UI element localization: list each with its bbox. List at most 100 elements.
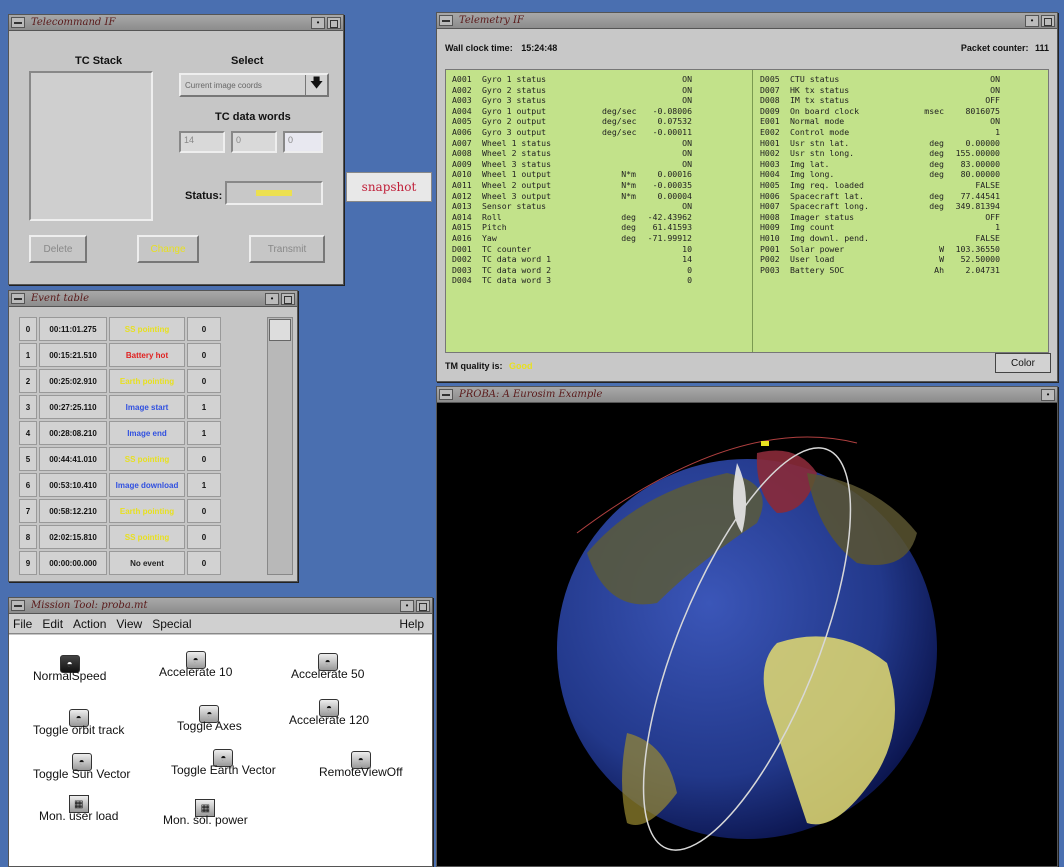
tc-stack-list[interactable] — [29, 71, 153, 221]
select-dropdown[interactable]: Current image coords 🡇 — [179, 73, 329, 97]
param-unit: deg — [929, 201, 944, 212]
telemetry-row: E002 Control mode 1 — [760, 127, 1000, 138]
event-time: 00:11:01.275 — [39, 317, 107, 341]
table-row[interactable]: 3 00:27:25.110 Image start 1 — [19, 395, 221, 419]
table-row[interactable]: 8 02:02:15.810 SS pointing 0 — [19, 525, 221, 549]
mission-tool-titlebar[interactable]: Mission Tool: proba.mt • — [9, 598, 432, 614]
maximize-button[interactable] — [1041, 14, 1055, 27]
table-row[interactable]: 2 00:25:02.910 Earth pointing 0 — [19, 369, 221, 393]
param-unit — [910, 127, 944, 138]
param-value: 0.00000 — [965, 137, 1000, 148]
telemetry-titlebar[interactable]: Telemetry IF • — [437, 13, 1057, 29]
earth-globe-view[interactable] — [437, 403, 1057, 866]
telemetry-row: A002 Gyro 2 status ON — [452, 85, 692, 96]
param-unit — [910, 180, 944, 191]
toggle-axes-item[interactable]: ◓ Toggle Axes — [177, 705, 242, 733]
param-id: H001 — [760, 137, 780, 148]
delete-button[interactable]: Delete — [29, 235, 87, 263]
maximize-button[interactable] — [281, 292, 295, 305]
event-index: 4 — [19, 421, 37, 445]
change-button[interactable]: Change — [137, 235, 199, 263]
param-unit: W — [939, 254, 944, 265]
param-value: 2.04731 — [965, 264, 1000, 275]
tc-data-word-3-input[interactable]: 0 — [283, 131, 323, 153]
param-unit — [602, 254, 636, 265]
param-unit: deg/sec — [602, 105, 637, 116]
table-row[interactable]: 5 00:44:41.010 SS pointing 0 — [19, 447, 221, 471]
table-row[interactable]: 9 00:00:00.000 No event 0 — [19, 551, 221, 575]
window-menu-button[interactable] — [439, 389, 453, 400]
param-value: -71.99912 — [647, 232, 692, 243]
param-id: H004 — [760, 169, 780, 180]
param-unit: deg — [929, 137, 944, 148]
minimize-button[interactable]: • — [400, 599, 414, 612]
transmit-button[interactable]: Transmit — [249, 235, 325, 263]
event-index: 8 — [19, 525, 37, 549]
scrollbar-thumb[interactable] — [269, 319, 291, 341]
toggle-sun-vector-item[interactable]: ◓ Toggle Sun Vector — [33, 753, 130, 781]
proba-titlebar[interactable]: PROBA: A Eurosim Example • — [437, 387, 1057, 403]
minimize-button[interactable]: • — [311, 16, 325, 29]
table-row[interactable]: 4 00:28:08.210 Image end 1 — [19, 421, 221, 445]
window-menu-button[interactable] — [11, 293, 25, 304]
window-menu-button[interactable] — [11, 600, 25, 611]
toggle-earth-vector-label: Toggle Earth Vector — [171, 763, 276, 777]
minimize-button[interactable]: • — [265, 292, 279, 305]
mission-tool-canvas[interactable]: ◓ NormalSpeed ◓ Accelerate 10 ◓ Accelera… — [9, 635, 432, 866]
mon-sol-power-item[interactable]: ▦ Mon. sol. power — [163, 799, 248, 827]
maximize-button[interactable] — [416, 599, 430, 612]
window-menu-button[interactable] — [11, 17, 25, 28]
table-row[interactable]: 7 00:58:12.210 Earth pointing 0 — [19, 499, 221, 523]
arrow-down-icon[interactable]: 🡇 — [305, 75, 327, 95]
telecommand-titlebar[interactable]: Telecommand IF • — [9, 15, 343, 31]
menu-help[interactable]: Help — [399, 617, 424, 631]
param-unit: deg — [929, 169, 944, 180]
param-value: 14 — [682, 254, 692, 265]
param-unit — [910, 74, 944, 85]
telemetry-row: H004 Img long. deg 80.00000 — [760, 169, 1000, 180]
window-menu-button[interactable] — [439, 15, 453, 26]
event-name: No event — [109, 551, 185, 575]
event-count: 1 — [187, 421, 221, 445]
param-id: A007 — [452, 137, 472, 148]
menu-file[interactable]: File — [13, 617, 32, 631]
minimize-button[interactable]: • — [1041, 388, 1055, 401]
param-value: OFF — [985, 211, 1000, 222]
event-table-scrollbar[interactable] — [267, 317, 293, 575]
menu-special[interactable]: Special — [152, 617, 191, 631]
param-id: D001 — [452, 243, 472, 254]
toggle-earth-vector-item[interactable]: ◓ Toggle Earth Vector — [171, 749, 276, 777]
normal-speed-item[interactable]: ◓ NormalSpeed — [33, 655, 106, 683]
tm-quality-label: TM quality is: — [445, 361, 503, 371]
telemetry-row: A009 Wheel 3 status ON — [452, 159, 692, 170]
event-count: 0 — [187, 499, 221, 523]
color-button[interactable]: Color — [995, 353, 1051, 373]
toggle-orbit-track-item[interactable]: ◓ Toggle orbit track — [33, 709, 124, 737]
mon-user-load-item[interactable]: ▦ Mon. user load — [39, 795, 118, 823]
accelerate-10-item[interactable]: ◓ Accelerate 10 — [159, 651, 232, 679]
tc-data-word-1-input[interactable]: 14 — [179, 131, 225, 153]
accelerate-50-item[interactable]: ◓ Accelerate 50 — [291, 653, 364, 681]
param-id: A008 — [452, 148, 472, 159]
param-unit: W — [939, 243, 944, 254]
accelerate-120-label: Accelerate 120 — [289, 713, 370, 727]
menu-view[interactable]: View — [116, 617, 142, 631]
tc-data-word-2-input[interactable]: 0 — [231, 131, 277, 153]
table-row[interactable]: 0 00:11:01.275 SS pointing 0 — [19, 317, 221, 341]
maximize-button[interactable] — [327, 16, 341, 29]
window-title: Telecommand IF — [31, 17, 116, 28]
snapshot-button[interactable]: snapshot — [346, 172, 432, 202]
table-row[interactable]: 6 00:53:10.410 Image download 1 — [19, 473, 221, 497]
minimize-button[interactable]: • — [1025, 14, 1039, 27]
remote-view-off-item[interactable]: ◓ RemoteViewOff — [319, 751, 403, 779]
menu-action[interactable]: Action — [73, 617, 106, 631]
param-value: 10 — [682, 243, 692, 254]
select-label: Select — [231, 55, 264, 67]
telemetry-row: H002 Usr stn long. deg 155.00000 — [760, 148, 1000, 159]
accelerate-120-item[interactable]: ◓ Accelerate 120 — [289, 699, 369, 727]
telemetry-row: A008 Wheel 2 status ON — [452, 148, 692, 159]
menu-edit[interactable]: Edit — [42, 617, 63, 631]
table-row[interactable]: 1 00:15:21.510 Battery hot 0 — [19, 343, 221, 367]
param-name: Gyro 2 status — [482, 84, 547, 95]
event-table-titlebar[interactable]: Event table • — [9, 291, 297, 307]
